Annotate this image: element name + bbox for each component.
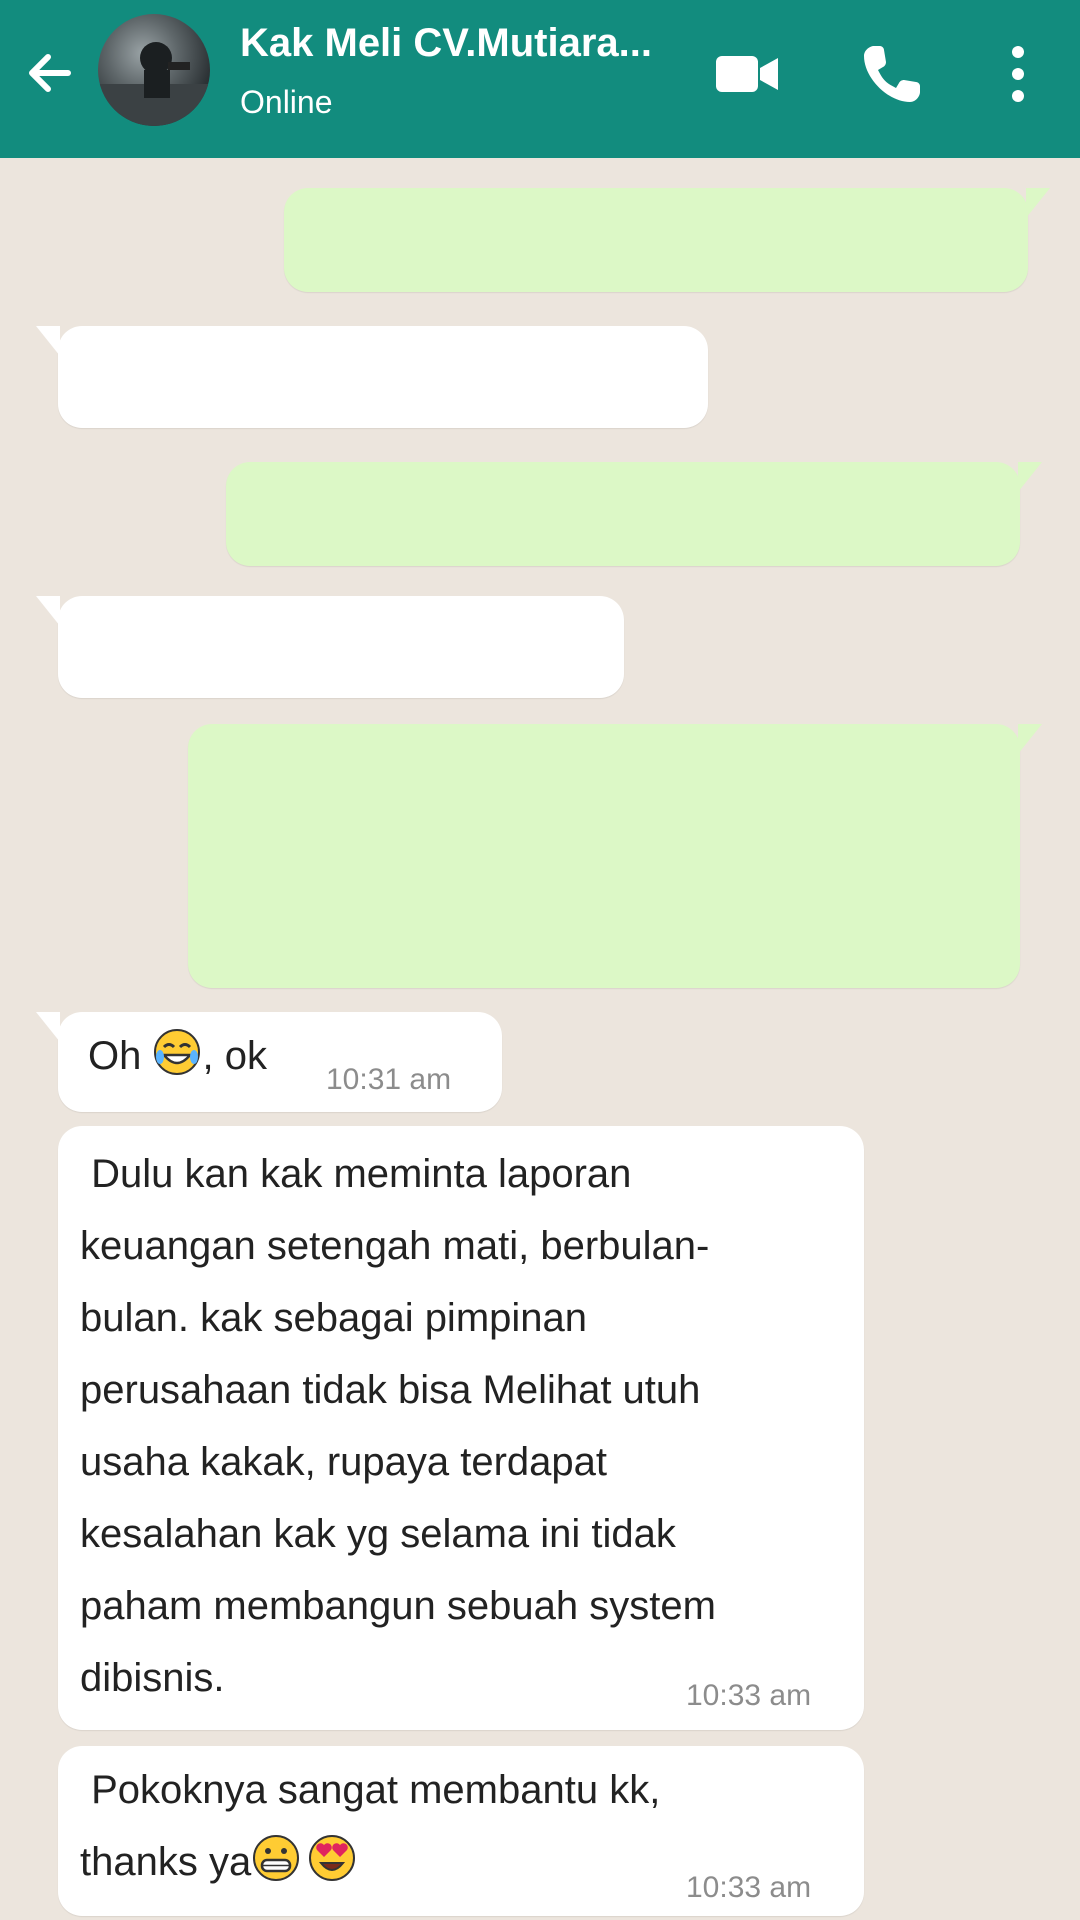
face-with-tears-of-joy-icon (154, 1029, 201, 1075)
bubble-tail (36, 326, 60, 356)
redacted-message-bubble[interactable] (36, 326, 708, 428)
redacted-message-bubble[interactable] (284, 188, 1050, 292)
message-text-part: thanks ya (80, 1840, 252, 1884)
chat-header: Kak Meli CV.Mutiara... Online (0, 0, 1080, 158)
message-text: Dulu kan kak meminta laporan keuangan se… (80, 1138, 840, 1714)
grinning-face-icon (253, 1835, 300, 1881)
message-line: Dulu kan kak meminta laporan (80, 1152, 632, 1196)
incoming-message-bubble[interactable]: Oh , ok 10:31 am (36, 1012, 502, 1112)
message-timestamp: 10:31 am (326, 1063, 452, 1096)
message-line: bulan. kak sebagai pimpinan (80, 1296, 588, 1340)
message-line: kesalahan kak yg selama ini tidak (80, 1512, 676, 1556)
message-line: paham membangun sebuah system (80, 1584, 716, 1628)
voice-call-button[interactable] (856, 38, 928, 110)
message-line: usaha kakak, rupaya terdapat (80, 1440, 608, 1484)
redacted-message-bubble[interactable] (188, 724, 1042, 988)
message-line: perusahaan tidak bisa Melihat utuh (80, 1368, 701, 1412)
more-vertical-icon (1012, 46, 1024, 102)
message-line-with-emoji: thanks ya (80, 1826, 780, 1898)
back-button[interactable] (22, 45, 78, 101)
video-call-button[interactable] (712, 38, 784, 110)
message-line: Pokoknya sangat membantu kk, (80, 1768, 661, 1812)
bubble-tail (1018, 724, 1042, 754)
avatar-photo (98, 42, 210, 126)
bubble-tail (1018, 462, 1042, 492)
message-text: Oh , ok (88, 1026, 267, 1086)
message-line: keuangan setengah mati, berbulan- (80, 1224, 710, 1268)
heart-eyes-icon (309, 1835, 356, 1881)
contact-status: Online (240, 84, 333, 120)
phone-icon (864, 46, 920, 102)
arrow-left-icon (29, 54, 71, 92)
message-text: Pokoknya sangat membantu kk, thanks ya (80, 1754, 780, 1898)
bubble-tail (36, 596, 60, 626)
message-text-part: , ok (202, 1034, 267, 1078)
contact-name[interactable]: Kak Meli CV.Mutiara... (240, 16, 700, 70)
incoming-message-bubble[interactable]: Pokoknya sangat membantu kk, thanks ya 1… (58, 1746, 864, 1916)
redacted-message-bubble[interactable] (36, 596, 624, 698)
bubble-tail (1026, 188, 1050, 218)
incoming-message-bubble[interactable]: Dulu kan kak meminta laporan keuangan se… (58, 1126, 864, 1730)
message-timestamp: 10:33 am (686, 1679, 812, 1712)
redacted-message-bubble[interactable] (226, 462, 1042, 566)
video-camera-icon (716, 56, 778, 92)
bubble-tail (36, 1012, 60, 1042)
message-text-part: Oh (88, 1034, 153, 1078)
message-timestamp: 10:33 am (686, 1871, 812, 1904)
contact-avatar[interactable] (98, 14, 210, 126)
more-options-button[interactable] (1000, 38, 1036, 110)
